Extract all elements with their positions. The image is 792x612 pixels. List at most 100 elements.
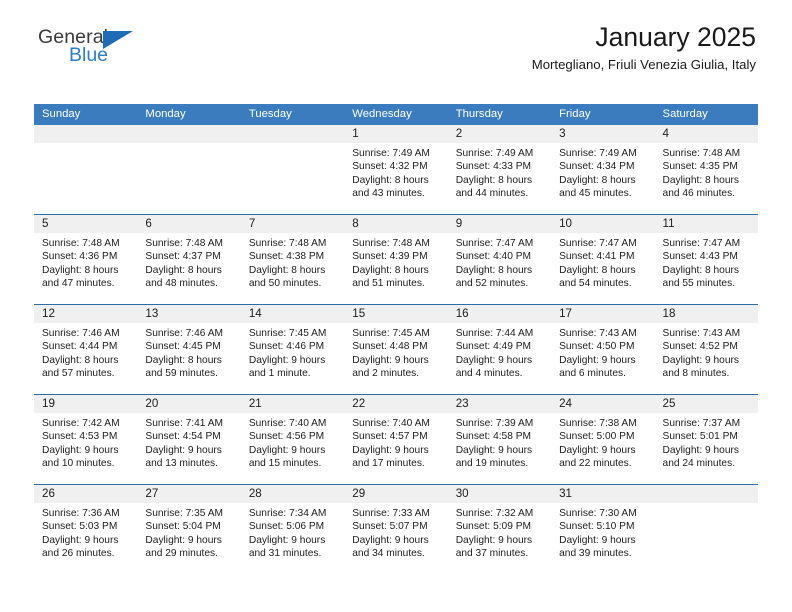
daylight-text-line1: Daylight: 8 hours [559,174,636,186]
day-sun-info: Sunrise: 7:45 AM Sunset: 4:48 PM Daylight:… [344,323,447,381]
calendar-day-cell[interactable]: 29 Sunrise: 7:33 AM Sunset: 5:07 PM Dayligh… [344,485,448,574]
day-number-band: 28 [240,485,345,503]
calendar-day-cell[interactable]: 28 Sunrise: 7:34 AM Sunset: 5:06 PM Dayligh… [240,485,345,574]
day-number-band: 17 [551,305,655,323]
calendar-day-cell[interactable]: 25 Sunrise: 7:37 AM Sunset: 5:01 PM Dayligh… [654,395,758,484]
sunset-text: Sunset: 4:46 PM [248,341,325,353]
day-number-band: 10 [551,215,655,233]
calendar-day-cell[interactable]: 11 Sunrise: 7:47 AM Sunset: 4:43 PM Dayligh… [654,215,758,304]
sunset-text: Sunset: 4:37 PM [145,251,221,263]
calendar-day-cell[interactable]: 9 Sunrise: 7:47 AM Sunset: 4:40 PM Daylight… [447,215,552,304]
weekday-header-thursday: Thursday [455,108,503,120]
calendar-day-cell[interactable]: 14 Sunrise: 7:45 AM Sunset: 4:46 PM Dayligh… [240,305,345,394]
day-sun-info: Sunrise: 7:48 AM Sunset: 4:35 PM Daylight:… [655,143,758,201]
day-sun-info: Sunrise: 7:49 AM Sunset: 4:32 PM Daylight:… [344,143,447,201]
sunset-text: Sunset: 5:00 PM [559,431,635,443]
calendar-day-cell[interactable]: 22 Sunrise: 7:40 AM Sunset: 4:57 PM Dayligh… [344,395,448,484]
calendar-day-cell[interactable]: 3 Sunrise: 7:49 AM Sunset: 4:34 PM Daylight… [551,125,655,214]
sunrise-text: Sunrise: 7:45 AM [248,328,327,339]
day-number-band: 22 [344,395,448,413]
day-number-band: 20 [137,395,241,413]
calendar-day-cell[interactable]: 12 Sunrise: 7:46 AM Sunset: 4:44 PM Dayligh… [34,305,138,394]
daylight-text-line2: and 37 minutes. [455,548,529,560]
daylight-text-line2: and 15 minutes. [248,458,322,470]
sunrise-text: Sunrise: 7:48 AM [42,238,120,249]
sunrise-text: Sunrise: 7:49 AM [352,148,430,159]
sunset-text: Sunset: 4:56 PM [248,431,325,443]
sunset-text: Sunset: 4:40 PM [455,251,532,263]
calendar-day-cell[interactable]: 16 Sunrise: 7:44 AM Sunset: 4:49 PM Dayligh… [447,305,552,394]
calendar-day-cell[interactable]: 24 Sunrise: 7:38 AM Sunset: 5:00 PM Dayligh… [551,395,655,484]
calendar-day-cell[interactable]: 30 Sunrise: 7:32 AM Sunset: 5:09 PM Dayligh… [447,485,552,574]
daylight-text-line1: Daylight: 9 hours [455,444,533,456]
day-sun-info: Sunrise: 7:33 AM Sunset: 5:07 PM Daylight:… [344,503,447,561]
day-sun-info: Sunrise: 7:39 AM Sunset: 4:58 PM Daylight:… [448,413,551,471]
calendar-day-cell[interactable]: 26 Sunrise: 7:36 AM Sunset: 5:03 PM Dayligh… [34,485,138,574]
calendar-day-cell[interactable]: 5 Sunrise: 7:48 AM Sunset: 4:36 PM Daylight… [34,215,138,304]
day-number-band: 3 [551,125,655,143]
calendar-day-cell[interactable]: 2 Sunrise: 7:49 AM Sunset: 4:33 PM Daylight… [447,125,552,214]
calendar-page: General Blue January 2025 Mortegliano, F… [0,0,792,612]
calendar-week-row: 26 Sunrise: 7:36 AM Sunset: 5:03 PM Dayligh… [34,484,758,574]
day-sun-info: Sunrise: 7:36 AM Sunset: 5:03 PM Daylight:… [34,503,137,561]
day-number-band: 21 [240,395,345,413]
calendar-day-cell[interactable]: 1 Sunrise: 7:49 AM Sunset: 4:32 PM Daylight… [344,125,448,214]
calendar-day-cell[interactable]: 4 Sunrise: 7:48 AM Sunset: 4:35 PM Daylight… [654,125,758,214]
day-number: 7 [248,217,256,230]
day-number-band: 31 [551,485,655,503]
calendar-day-cell[interactable]: 15 Sunrise: 7:45 AM Sunset: 4:48 PM Dayligh… [344,305,448,394]
daylight-text-line1: Daylight: 9 hours [662,354,739,366]
daylight-text-line2: and 55 minutes. [662,278,736,290]
calendar-day-cell[interactable]: 8 Sunrise: 7:48 AM Sunset: 4:39 PM Daylight… [344,215,448,304]
calendar-day-cell[interactable]: 27 Sunrise: 7:35 AM Sunset: 5:04 PM Dayligh… [137,485,241,574]
calendar-day-cell[interactable]: 23 Sunrise: 7:39 AM Sunset: 4:58 PM Dayligh… [447,395,552,484]
calendar-day-cell[interactable]: 6 Sunrise: 7:48 AM Sunset: 4:37 PM Daylight… [137,215,241,304]
day-number: 23 [455,397,469,410]
day-number-band: 15 [344,305,448,323]
calendar-day-cell[interactable]: 13 Sunrise: 7:46 AM Sunset: 4:45 PM Dayligh… [137,305,241,394]
day-number: 14 [248,307,262,320]
sunset-text: Sunset: 4:54 PM [145,431,221,443]
sunset-text: Sunset: 4:43 PM [662,251,738,263]
day-number: 11 [662,217,675,230]
sunset-text: Sunset: 4:50 PM [559,341,635,353]
calendar-day-cell[interactable]: 20 Sunrise: 7:41 AM Sunset: 4:54 PM Dayligh… [137,395,241,484]
calendar-day-cell[interactable]: 19 Sunrise: 7:42 AM Sunset: 4:53 PM Dayligh… [34,395,138,484]
sunrise-text: Sunrise: 7:48 AM [248,238,327,249]
daylight-text-line2: and 54 minutes. [559,278,632,290]
generalblue-logo[interactable]: General Blue [38,26,168,72]
day-number: 26 [42,487,55,500]
daylight-text-line1: Daylight: 8 hours [455,264,533,276]
daylight-text-line1: Daylight: 9 hours [455,534,533,546]
weekday-header-monday: Monday [145,108,186,120]
day-number-band: 9 [447,215,552,233]
daylight-text-line2: and 45 minutes. [559,188,632,200]
sunset-text: Sunset: 4:41 PM [559,251,635,263]
calendar-day-cell[interactable]: 21 Sunrise: 7:40 AM Sunset: 4:56 PM Dayligh… [240,395,345,484]
daylight-text-line1: Daylight: 9 hours [145,534,222,546]
daylight-text-line2: and 50 minutes. [248,278,322,290]
daylight-text-line1: Daylight: 9 hours [42,444,119,456]
day-number: 24 [559,397,573,410]
calendar-day-cell[interactable]: 17 Sunrise: 7:43 AM Sunset: 4:50 PM Dayligh… [551,305,655,394]
daylight-text-line2: and 1 minute. [248,368,311,380]
calendar-day-cell[interactable]: 31 Sunrise: 7:30 AM Sunset: 5:10 PM Dayligh… [551,485,655,574]
calendar-day-cell[interactable]: 7 Sunrise: 7:48 AM Sunset: 4:38 PM Daylight… [240,215,345,304]
day-sun-info: Sunrise: 7:34 AM Sunset: 5:06 PM Daylight:… [241,503,344,561]
sunrise-text: Sunrise: 7:44 AM [455,328,534,339]
day-sun-info: Sunrise: 7:32 AM Sunset: 5:09 PM Daylight:… [448,503,551,561]
daylight-text-line2: and 57 minutes. [42,368,115,380]
day-number-band: 6 [137,215,241,233]
sunrise-text: Sunrise: 7:47 AM [559,238,637,249]
calendar-day-cell[interactable]: 10 Sunrise: 7:47 AM Sunset: 4:41 PM Dayligh… [551,215,655,304]
calendar-day-cell[interactable]: 18 Sunrise: 7:43 AM Sunset: 4:52 PM Dayligh… [654,305,758,394]
day-sun-info: Sunrise: 7:38 AM Sunset: 5:00 PM Daylight:… [551,413,654,471]
sunrise-text: Sunrise: 7:46 AM [145,328,224,339]
sunset-text: Sunset: 4:53 PM [42,431,118,443]
day-number-band [34,125,138,143]
daylight-text-line2: and 59 minutes. [145,368,218,380]
sunset-text: Sunset: 4:35 PM [662,161,738,173]
day-number-band: 13 [137,305,241,323]
day-number: 2 [455,127,463,140]
day-sun-info: Sunrise: 7:49 AM Sunset: 4:33 PM Daylight:… [448,143,551,201]
